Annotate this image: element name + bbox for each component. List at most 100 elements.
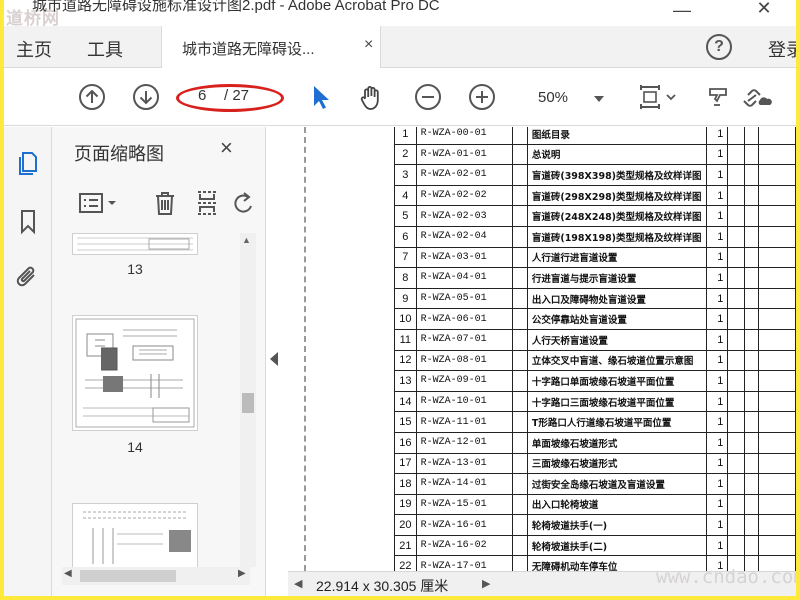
login-link[interactable]: 登录 (768, 36, 796, 62)
hand-tool-icon[interactable] (358, 83, 386, 111)
scroll-thumb[interactable] (80, 570, 176, 582)
blank-cell (743, 246, 759, 269)
red-annotation-ellipse (176, 84, 284, 112)
drawing-code: R-WZA-17-01 (415, 555, 513, 571)
stamp-icon[interactable] (704, 83, 732, 111)
drawing-code: R-WZA-06-01 (415, 308, 513, 330)
thumbnail-label: 14 (127, 439, 143, 455)
row-number: 1 (394, 127, 417, 145)
drawing-name: 十字路口单面坡缘石坡道平面位置 (526, 370, 708, 392)
blank-cell (757, 143, 796, 166)
blank-cell (511, 555, 528, 571)
document-tab[interactable]: 城市道路无障碍设... × (161, 26, 381, 68)
drawing-code: R-WZA-13-01 (415, 452, 513, 475)
tab-tools[interactable]: 工具 (87, 36, 123, 62)
table-row: 17 R-WZA-13-01 三面坡缘石坡道形式 1 (394, 452, 796, 475)
collapse-panel-arrow[interactable] (270, 352, 278, 366)
minimize-button[interactable]: — (672, 0, 692, 21)
extract-page-icon[interactable] (194, 189, 220, 217)
thumbnail-14-preview (75, 318, 195, 428)
blank-cell (511, 143, 528, 166)
blank-cell (727, 287, 745, 310)
row-number: 10 (394, 308, 417, 330)
thumbnail-page-14[interactable] (72, 315, 198, 431)
row-number: 22 (394, 555, 417, 571)
blank-cell (743, 411, 759, 433)
watermark-text: www.cndao.com (656, 566, 796, 588)
thumbnail-15-preview (83, 511, 191, 564)
left-navigation-rail (4, 127, 52, 596)
table-row: 9 R-WZA-05-01 出入口及障碍物处盲道设置 1 (394, 287, 796, 310)
blank-cell (743, 184, 759, 207)
blank-cell (511, 164, 528, 186)
sheet-count: 1 (706, 308, 729, 330)
thumbnail-toolbar (52, 179, 266, 223)
row-number: 15 (394, 411, 417, 433)
blank-cell (757, 390, 796, 413)
scroll-up-arrow[interactable]: ▲ (242, 235, 251, 245)
link-cloud-icon[interactable] (738, 83, 774, 111)
zoom-dropdown[interactable]: 50% (528, 84, 610, 110)
blank-cell (757, 164, 796, 186)
blank-cell (757, 184, 796, 207)
zoom-out-icon[interactable] (414, 83, 442, 111)
document-tab-close-button[interactable]: × (364, 36, 373, 54)
attachment-icon[interactable] (14, 263, 42, 291)
select-cursor-icon[interactable] (306, 83, 334, 111)
page-dimensions: 22.914 x 30.305 厘米 (316, 578, 449, 594)
page-thumbnails-icon[interactable] (14, 149, 42, 177)
scroll-left-arrow[interactable]: ◀ (64, 568, 72, 579)
thumbnail-horizontal-scrollbar[interactable]: ◀ ▶ (62, 567, 250, 585)
blank-cell (757, 493, 796, 516)
row-number: 13 (394, 370, 417, 392)
delete-page-icon[interactable] (152, 189, 178, 217)
blank-cell (743, 287, 759, 310)
thumbnail-vertical-scrollbar[interactable]: ▲ (240, 233, 256, 567)
drawing-code: R-WZA-05-01 (415, 287, 513, 310)
scroll-right-arrow[interactable]: ▶ (238, 568, 246, 579)
blank-cell (727, 390, 745, 413)
blank-cell (743, 534, 759, 557)
tab-home[interactable]: 主页 (16, 36, 52, 62)
thumbnail-page-15[interactable] (72, 503, 198, 567)
previous-page-icon[interactable] (78, 83, 106, 111)
row-number: 16 (394, 431, 417, 454)
drawing-code: R-WZA-02-04 (415, 225, 513, 248)
blank-cell (743, 328, 759, 351)
row-number: 4 (394, 184, 417, 207)
scroll-right-arrow[interactable]: ▶ (482, 577, 490, 590)
thumbnail-options-icon[interactable] (78, 191, 120, 215)
row-number: 14 (394, 390, 417, 413)
sheet-count: 1 (706, 205, 729, 227)
blank-cell (511, 127, 528, 145)
panel-close-button[interactable]: × (220, 135, 233, 161)
scroll-left-arrow[interactable]: ◀ (294, 577, 302, 590)
table-row: 13 R-WZA-09-01 十字路口单面坡缘石坡道平面位置 1 (394, 370, 796, 392)
blank-cell (727, 184, 745, 207)
blank-cell (727, 493, 745, 516)
page-fit-icon[interactable] (638, 83, 678, 111)
blank-cell (727, 143, 745, 166)
drawing-code: R-WZA-12-01 (415, 431, 513, 454)
help-button[interactable]: ? (706, 34, 732, 60)
table-row: 7 R-WZA-03-01 人行道行进盲道设置 1 (394, 246, 796, 269)
row-number: 6 (394, 225, 417, 248)
bookmark-icon[interactable] (14, 207, 42, 235)
thumbnail-13-preview (77, 237, 193, 251)
blank-cell (511, 267, 528, 289)
blank-cell (727, 205, 745, 227)
scroll-thumb[interactable] (242, 393, 254, 413)
close-window-button[interactable]: ✕ (754, 0, 774, 19)
thumbnail-page-13[interactable] (72, 233, 198, 255)
blank-cell (727, 164, 745, 186)
blank-cell (511, 287, 528, 310)
drawing-code: R-WZA-02-03 (415, 205, 513, 227)
blank-cell (743, 473, 759, 495)
table-row: 16 R-WZA-12-01 单面坡缘石坡道形式 1 (394, 431, 796, 454)
blank-cell (743, 164, 759, 186)
rotate-page-icon[interactable] (232, 189, 254, 217)
row-number: 17 (394, 452, 417, 475)
zoom-in-icon[interactable] (468, 83, 496, 111)
next-page-icon[interactable] (132, 83, 160, 111)
sheet-count: 1 (706, 452, 729, 475)
